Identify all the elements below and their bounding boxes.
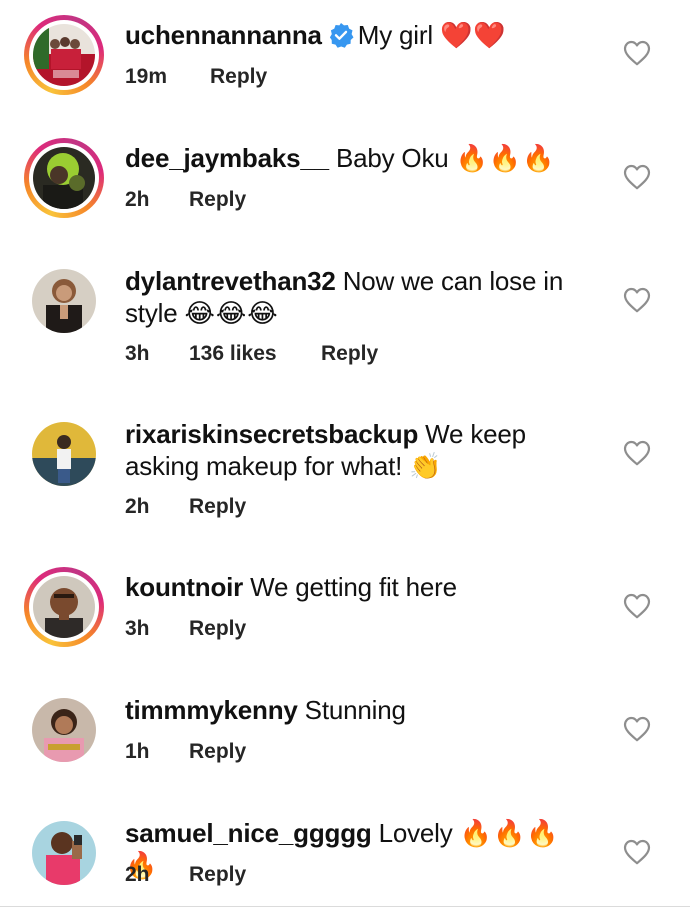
- avatar[interactable]: [24, 813, 104, 893]
- comment-text: dee_jaymbaks__ Baby Oku 🔥🔥🔥: [125, 142, 585, 174]
- verified-badge-icon: [328, 22, 354, 48]
- comment-text: kountnoir We getting fit here: [125, 571, 585, 603]
- reply-button[interactable]: Reply: [189, 186, 246, 214]
- comment-time: 2h: [125, 495, 150, 518]
- comment-body: Lovely: [378, 818, 453, 848]
- avatar[interactable]: [24, 690, 104, 770]
- comment-time: 1h: [125, 740, 150, 763]
- comment-username[interactable]: dylantrevethan32: [125, 266, 336, 296]
- fire-emoji: 🔥🔥🔥: [455, 143, 556, 173]
- like-heart-icon[interactable]: [623, 164, 651, 190]
- like-heart-icon[interactable]: [623, 593, 651, 619]
- comment-text: timmmykenny Stunning: [125, 694, 585, 726]
- like-heart-icon[interactable]: [623, 716, 651, 742]
- comment-username[interactable]: samuel_nice_ggggg: [125, 818, 372, 848]
- like-heart-icon[interactable]: [623, 839, 651, 865]
- avatar[interactable]: [24, 138, 104, 218]
- comment-time: 2h: [125, 863, 150, 886]
- bottom-divider: [0, 906, 690, 907]
- like-heart-icon[interactable]: [623, 440, 651, 466]
- reply-button[interactable]: Reply: [189, 615, 246, 643]
- avatar[interactable]: [24, 15, 104, 95]
- comment-time: 2h: [125, 188, 150, 211]
- like-heart-icon[interactable]: [623, 287, 651, 313]
- comment-time: 3h: [125, 617, 150, 640]
- comment-body: Baby Oku: [335, 143, 449, 173]
- reply-button[interactable]: Reply: [189, 493, 246, 521]
- clapping-emoji: 👏: [409, 451, 443, 481]
- reply-button[interactable]: Reply: [189, 861, 246, 889]
- avatar[interactable]: [24, 261, 104, 341]
- comment-body: We getting fit here: [250, 572, 457, 602]
- comment-text: uchennannanna My girl ❤️❤️: [125, 19, 585, 51]
- laughing-emoji: 😂😂😂: [184, 298, 279, 328]
- comment-username[interactable]: timmmykenny: [125, 695, 298, 725]
- comment-username[interactable]: uchennannanna: [125, 20, 322, 50]
- reply-button[interactable]: Reply: [210, 63, 267, 91]
- avatar[interactable]: [24, 414, 104, 494]
- comment-text: rixariskinsecretsbackup We keep asking m…: [125, 418, 585, 482]
- comment-body: My girl: [357, 20, 433, 50]
- comment-username[interactable]: dee_jaymbaks__: [125, 143, 329, 173]
- reply-button[interactable]: Reply: [321, 340, 378, 368]
- comment-time: 3h: [125, 342, 150, 365]
- comment-time: 19m: [125, 65, 168, 88]
- likes-count[interactable]: 136 likes: [189, 340, 277, 368]
- comment-body: Stunning: [304, 695, 406, 725]
- reply-button[interactable]: Reply: [189, 738, 246, 766]
- comment-username[interactable]: rixariskinsecretsbackup: [125, 419, 418, 449]
- like-heart-icon[interactable]: [623, 40, 651, 66]
- comment-text: dylantrevethan32 Now we can lose in styl…: [125, 265, 585, 329]
- avatar[interactable]: [24, 567, 104, 647]
- heart-emoji: ❤️❤️: [439, 20, 507, 50]
- comment-username[interactable]: kountnoir: [125, 572, 243, 602]
